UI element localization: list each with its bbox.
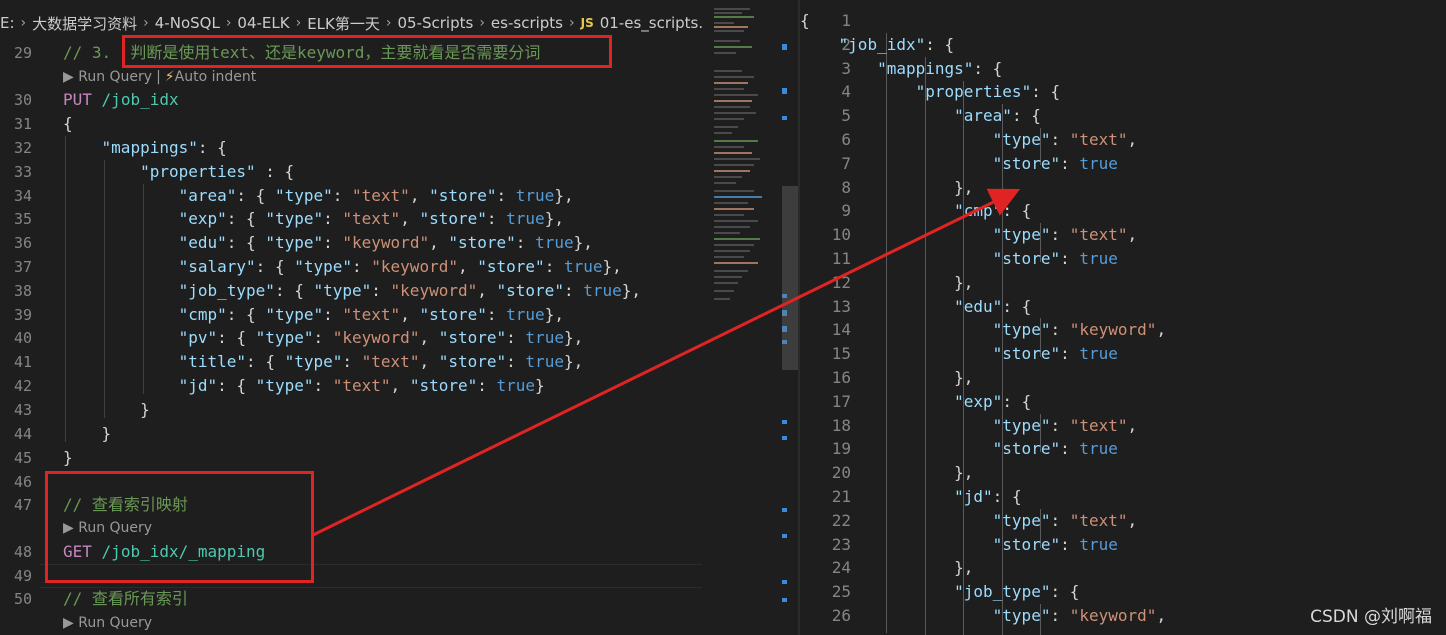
watermark: CSDN @刘啊福 (1310, 607, 1432, 627)
annotation-arrow (312, 188, 1021, 537)
arrow-line (312, 188, 1021, 537)
